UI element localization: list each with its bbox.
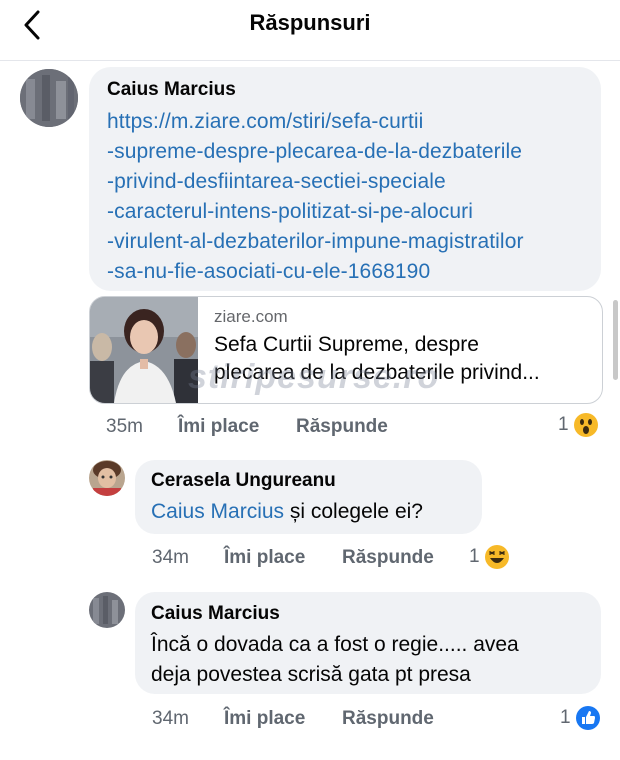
link-preview-title-line: Sefa Curtii Supreme, despre xyxy=(214,333,479,356)
comment-timestamp: 35m xyxy=(106,416,143,437)
reply-bubble[interactable]: Cerasela Ungureanu Caius Marcius și cole… xyxy=(135,460,482,534)
link-line[interactable]: -caracterul-intens-politizat-si-pe-alocu… xyxy=(107,197,601,227)
comment-actions: 35m Îmi place Răspunde xyxy=(0,416,620,440)
link-preview-domain: ziare.com xyxy=(214,307,288,326)
comment-timestamp: 34m xyxy=(152,708,189,729)
comment-actions: 34m Îmi place Răspunde xyxy=(0,547,620,571)
avatar[interactable] xyxy=(89,592,125,628)
link-line[interactable]: -supreme-despre-plecarea-de-la-dezbateri… xyxy=(107,137,601,167)
comment-author[interactable]: Caius Marcius xyxy=(107,79,236,101)
comment-text: Încă o dovada ca a fost o regie..... ave… xyxy=(151,630,519,690)
avatar-image xyxy=(89,592,125,628)
reply-bubble[interactable]: Caius Marcius Încă o dovada ca a fost o … xyxy=(135,592,601,694)
avatar-image xyxy=(20,69,78,127)
reaction-count: 1 xyxy=(558,414,569,435)
comment-text-line: Încă o dovada ca a fost o regie..... ave… xyxy=(151,633,519,656)
comment-text-line: deja povestea scrisă gata pt presa xyxy=(151,663,471,686)
link-line[interactable]: -virulent-al-dezbaterilor-impune-magistr… xyxy=(107,227,601,257)
comment-actions: 34m Îmi place Răspunde xyxy=(0,708,620,732)
avatar[interactable] xyxy=(20,69,78,127)
link-preview-thumbnail xyxy=(90,297,198,403)
watermark-text: stiripesurse.ro xyxy=(188,358,440,396)
like-button[interactable]: Îmi place xyxy=(178,416,259,438)
comment-author[interactable]: Caius Marcius xyxy=(151,603,280,625)
reply-button[interactable]: Răspunde xyxy=(296,416,388,438)
reaction-summary[interactable]: 1 xyxy=(558,412,599,438)
comment-link[interactable]: https://m.ziare.com/stiri/sefa-curtii -s… xyxy=(107,107,601,287)
avatar-image xyxy=(89,460,125,496)
comment-author[interactable]: Cerasela Ungureanu xyxy=(151,470,336,492)
link-line[interactable]: https://m.ziare.com/stiri/sefa-curtii xyxy=(107,107,601,137)
reaction-summary[interactable]: 1 xyxy=(560,705,601,731)
reply-button[interactable]: Răspunde xyxy=(342,547,434,569)
reaction-count: 1 xyxy=(469,546,480,567)
like-button[interactable]: Îmi place xyxy=(224,708,305,730)
page-title: Răspunsuri xyxy=(249,10,371,35)
comment-bubble[interactable]: Caius Marcius https://m.ziare.com/stiri/… xyxy=(89,67,601,291)
comment-text-body: și colegele ei? xyxy=(284,500,423,523)
wow-icon xyxy=(573,413,598,437)
reaction-summary[interactable]: 1 xyxy=(469,544,510,570)
reply-button[interactable]: Răspunde xyxy=(342,708,434,730)
scrollbar[interactable] xyxy=(613,300,618,380)
header-bar: Răspunsuri xyxy=(0,0,620,52)
avatar[interactable] xyxy=(89,460,125,496)
mention-link[interactable]: Caius Marcius xyxy=(151,500,284,523)
header-divider xyxy=(0,60,620,61)
reaction-count: 1 xyxy=(560,707,571,728)
comment-text: Caius Marcius și colegele ei? xyxy=(151,497,423,527)
link-line[interactable]: -privind-desfiintarea-sectiei-speciale xyxy=(107,167,601,197)
link-line[interactable]: -sa-nu-fie-asociati-cu-ele-1668190 xyxy=(107,257,601,287)
watermark: stiripesurse.ro xyxy=(188,358,439,397)
haha-icon xyxy=(484,545,509,569)
comment-timestamp: 34m xyxy=(152,547,189,568)
like-button[interactable]: Îmi place xyxy=(224,547,305,569)
like-icon xyxy=(575,706,600,730)
